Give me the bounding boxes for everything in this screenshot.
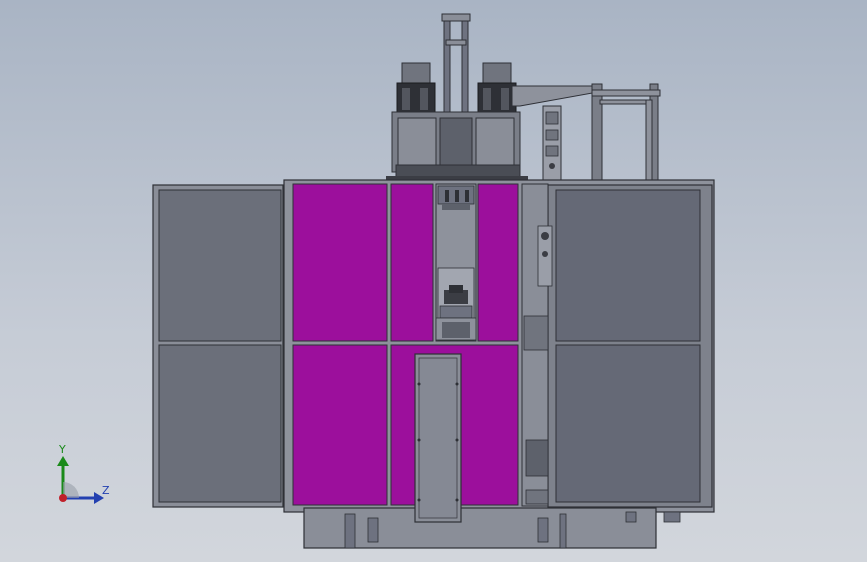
side-bracket-assembly bbox=[511, 83, 661, 187]
center-mechanism bbox=[435, 183, 477, 342]
coordinate-triad: Y Z bbox=[48, 440, 118, 510]
top-column-assembly bbox=[386, 13, 528, 185]
y-axis-label: Y bbox=[59, 443, 66, 456]
right-mechanism-strip bbox=[521, 183, 553, 507]
magenta-panel-group bbox=[292, 183, 519, 506]
front-vertical-plate bbox=[414, 353, 462, 523]
3d-viewport[interactable]: Y Z bbox=[0, 0, 867, 562]
machine-model[interactable] bbox=[0, 0, 867, 562]
right-panel-group bbox=[555, 189, 701, 503]
z-axis-label: Z bbox=[102, 484, 110, 497]
left-panel-group bbox=[158, 189, 282, 503]
